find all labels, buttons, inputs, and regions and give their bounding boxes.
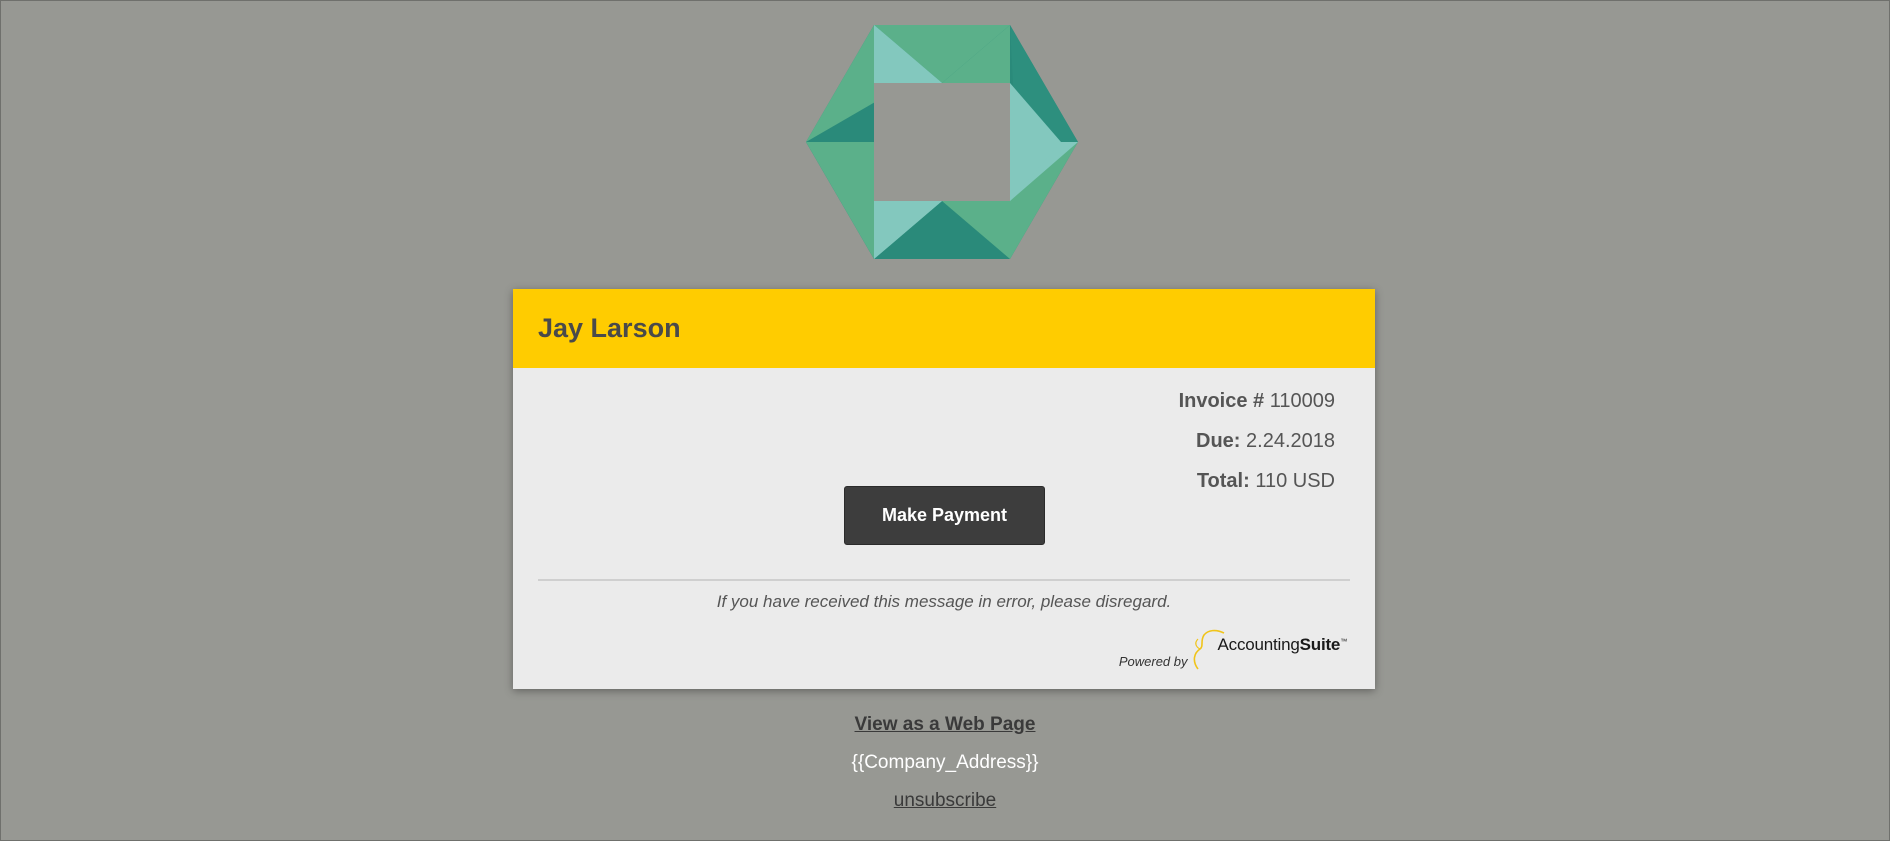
accountingsuite-logo: AccountingSuite™ [1190, 627, 1348, 671]
web-page-link-row: View as a Web Page [0, 714, 1890, 736]
brand-name-bold: Suite [1299, 635, 1341, 654]
invoice-number: 110009 [1269, 390, 1335, 412]
company-address-row: {{Company_Address}} [0, 752, 1890, 774]
due-date: 2.24.2018 [1246, 430, 1335, 452]
total-value: 110 USD [1255, 470, 1335, 492]
invoice-number-label: Invoice # [1178, 390, 1265, 412]
invoice-card: Jay Larson Invoice # 110009 Due: 2.24.20… [513, 289, 1375, 689]
powered-by-badge: Powered by AccountingSuite™ [1119, 627, 1347, 671]
invoice-number-line: Invoice # 110009 [1179, 381, 1335, 421]
due-date-line: Due: 2.24.2018 [1179, 421, 1335, 461]
accountingsuite-wordmark: AccountingSuite™ [1218, 635, 1348, 655]
company-address: {{Company_Address}} [851, 752, 1039, 773]
brand-trademark: ™ [1340, 638, 1347, 646]
view-as-web-page-link[interactable]: View as a Web Page [855, 714, 1036, 735]
powered-by-label: Powered by [1118, 654, 1188, 669]
divider [538, 579, 1350, 581]
invoice-details: Invoice # 110009 Due: 2.24.2018 Total: 1… [1179, 381, 1335, 501]
customer-name: Jay Larson [538, 313, 681, 343]
brand-name-regular: Accounting [1217, 635, 1300, 654]
invoice-header: Jay Larson [513, 289, 1375, 368]
due-date-label: Due: [1196, 430, 1241, 452]
make-payment-button[interactable]: Make Payment [844, 486, 1045, 545]
hexagon-logo [806, 25, 1078, 259]
total-line: Total: 110 USD [1179, 461, 1335, 501]
unsubscribe-link[interactable]: unsubscribe [894, 790, 996, 811]
total-label: Total: [1196, 470, 1250, 492]
disclaimer-text: If you have received this message in err… [716, 592, 1172, 611]
unsubscribe-row: unsubscribe [0, 790, 1890, 812]
